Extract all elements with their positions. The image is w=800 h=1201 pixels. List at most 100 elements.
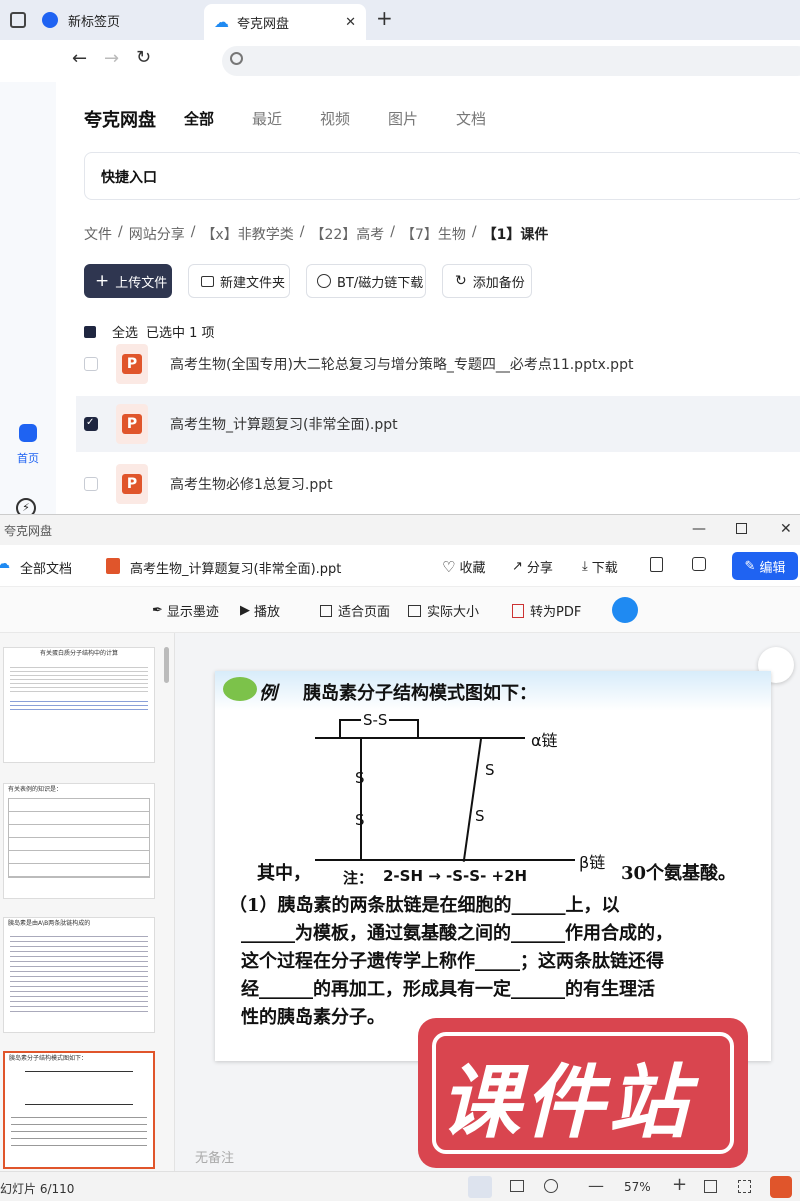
notes-placeholder[interactable]: 无备注	[195, 1147, 234, 1166]
fit-screen-icon[interactable]	[704, 1180, 717, 1193]
edit-label: 编辑	[759, 560, 786, 576]
new-folder-button[interactable]: 新建文件夹	[188, 264, 290, 298]
minimize-icon[interactable]: —	[692, 521, 706, 537]
close-window-icon[interactable]: ✕	[780, 521, 792, 537]
fullscreen-icon[interactable]	[738, 1180, 751, 1193]
to-pdf-button[interactable]: 转为PDF	[512, 601, 581, 620]
quick-entry[interactable]: 快捷入口	[84, 152, 800, 200]
nav-video[interactable]: 视频	[320, 108, 350, 129]
nav-image[interactable]: 图片	[388, 108, 418, 129]
slide-q0-a: 其中，	[257, 863, 311, 884]
all-docs-link[interactable]: 全部文档	[20, 558, 72, 577]
slide-thumbnail[interactable]: 有关蛋白质分子结构中的计算	[3, 647, 155, 763]
nav-all[interactable]: 全部	[184, 108, 214, 129]
file-row[interactable]: P 高考生物必修1总复习.ppt	[76, 456, 800, 512]
upload-button[interactable]: + 上传文件	[84, 264, 172, 298]
back-arrow-icon[interactable]: ←	[72, 48, 87, 69]
actual-size-button[interactable]: 实际大小	[408, 601, 479, 620]
slide-thumbnail-current[interactable]: 胰岛素分子结构模式图如下：	[3, 1051, 155, 1169]
favorite-button[interactable]: ♡ 收藏	[442, 557, 486, 577]
notes-view-icon[interactable]	[510, 1180, 524, 1192]
file-checkbox[interactable]	[84, 477, 98, 491]
edit-button[interactable]: ✎ 编辑	[732, 552, 798, 580]
cloud-icon: ☁	[0, 556, 10, 572]
tab-new-tab[interactable]: 新标签页	[42, 4, 200, 36]
file-name[interactable]: 高考生物必修1总复习.ppt	[170, 474, 333, 494]
close-tab-icon[interactable]: ✕	[345, 15, 356, 30]
tab-label: 夸克网盘	[237, 16, 290, 32]
zoom-out-icon[interactable]: —	[588, 1176, 604, 1195]
add-backup-button[interactable]: ↻ 添加备份	[442, 264, 532, 298]
slide-counter: 幻灯片 6/110	[0, 1182, 75, 1196]
to-pdf-label: 转为PDF	[530, 605, 582, 620]
s-right-1: S	[485, 761, 495, 779]
slide-note-prefix: 注：	[343, 869, 374, 887]
new-tab-icon	[42, 12, 58, 28]
file-name[interactable]: 高考生物(全国专用)大二轮总复习与增分策略_专题四__必考点11.pptx.pp…	[170, 354, 633, 374]
breadcrumb-item[interactable]: 【7】生物	[401, 224, 466, 244]
tab-search-icon[interactable]	[10, 12, 26, 28]
share-icon: ↗	[512, 559, 523, 574]
viewer-window-title: 夸克网盘	[4, 524, 53, 538]
upload-label: 上传文件	[115, 275, 168, 291]
quick-entry-label: 快捷入口	[101, 170, 157, 186]
play-label: 播放	[254, 605, 281, 620]
bt-icon	[317, 274, 331, 288]
file-row[interactable]: P 高考生物(全国专用)大二轮总复习与增分策略_专题四__必考点11.pptx.…	[76, 336, 800, 392]
forward-arrow-icon[interactable]: →	[104, 48, 119, 69]
tab-quark-drive[interactable]: ☁ 夸克网盘 ✕	[204, 4, 366, 40]
breadcrumb-item[interactable]: 文件	[84, 224, 112, 244]
nav-recent[interactable]: 最近	[252, 108, 282, 129]
search-icon	[230, 52, 243, 65]
show-ink-button[interactable]: ✒ 显示墨迹	[152, 601, 219, 620]
browser-tabbar: 新标签页 ☁ 夸克网盘 ✕ +	[0, 0, 800, 40]
breadcrumb-item[interactable]: 【22】高考	[310, 224, 384, 244]
play-button[interactable]: ▶ 播放	[240, 601, 280, 620]
disulfide-left-line	[360, 739, 362, 859]
zoom-level: 57%	[624, 1180, 651, 1194]
bt-download-button[interactable]: BT/磁力链下载	[306, 264, 426, 298]
slide-q0-b: 30个氨基酸。	[621, 863, 737, 884]
feedback-icon[interactable]	[692, 557, 706, 571]
drive-sidebar: 首页 ⚡	[0, 82, 56, 518]
breadcrumb-sep: /	[471, 224, 477, 240]
breadcrumb-item[interactable]: 【x】非教学类	[201, 224, 293, 244]
play-icon: ▶	[240, 603, 250, 618]
normal-view-icon[interactable]	[468, 1176, 492, 1198]
ink-icon: ✒	[152, 603, 163, 618]
file-name[interactable]: 高考生物_计算题复习(非常全面).ppt	[170, 414, 398, 434]
slide-question-line: （1）胰岛素的两条肽链是在细胞的______上，以	[229, 895, 620, 916]
ai-assistant-icon[interactable]	[612, 597, 638, 623]
address-bar[interactable]	[222, 46, 800, 76]
zoom-in-icon[interactable]: +	[672, 1174, 687, 1195]
sidebar-item-home[interactable]: 首页	[10, 424, 46, 466]
refresh-icon[interactable]: ↻	[136, 47, 151, 68]
slide-leaf-decoration	[223, 677, 257, 701]
file-row-selected[interactable]: ✓ P 高考生物_计算题复习(非常全面).ppt	[76, 396, 800, 452]
share-button[interactable]: ↗ 分享	[512, 557, 553, 576]
slide-question-line: ______为模板，通过氨基酸之间的______作用合成的，	[241, 923, 673, 944]
new-tab-button[interactable]: +	[376, 6, 393, 30]
folder-plus-icon	[201, 275, 214, 287]
file-checkbox-checked[interactable]: ✓	[84, 417, 98, 431]
play-slideshow-icon[interactable]	[770, 1176, 792, 1198]
file-checkbox[interactable]	[84, 357, 98, 371]
home-icon	[19, 424, 37, 442]
thumbnail-scrollbar[interactable]	[164, 647, 169, 683]
nav-docs[interactable]: 文档	[456, 108, 486, 129]
slide-example-label: 例	[259, 683, 277, 704]
favorite-label: 收藏	[459, 561, 486, 576]
slide-title: 胰岛素分子结构模式图如下：	[303, 683, 537, 704]
breadcrumb-item[interactable]: 网站分享	[129, 224, 185, 244]
download-label: 下载	[591, 561, 618, 576]
viewer-header: ☁ 全部文档 高考生物_计算题复习(非常全面).ppt ♡ 收藏 ↗ 分享 ⤓ …	[0, 545, 800, 587]
maximize-icon[interactable]	[736, 523, 747, 534]
export-icon[interactable]	[650, 557, 663, 572]
globe-icon[interactable]	[544, 1179, 558, 1193]
thumbnail-title: 有关表例的知识是：	[8, 786, 63, 793]
fit-page-button[interactable]: 适合页面	[320, 601, 390, 620]
slide-thumbnail[interactable]: 胰岛素是由A\B两条肽链构成的	[3, 917, 155, 1033]
slide-question-line: 经______的再加工，形成具有一定______的有生理活	[241, 979, 655, 1000]
slide-thumbnail[interactable]: 有关表例的知识是：	[3, 783, 155, 899]
download-button[interactable]: ⤓ 下载	[582, 557, 618, 576]
